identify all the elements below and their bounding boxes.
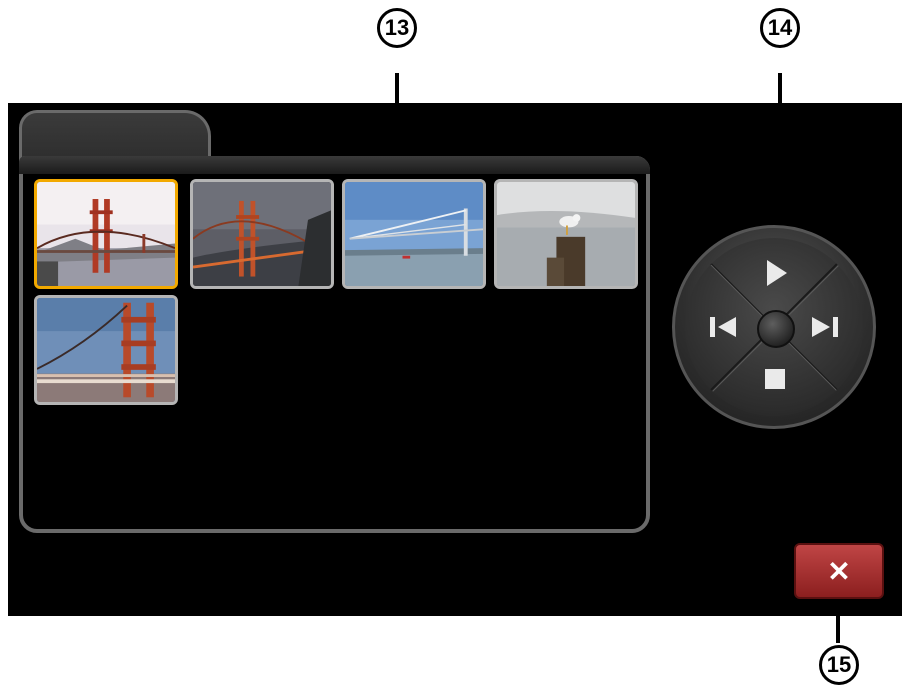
play-button[interactable] — [744, 243, 804, 303]
callout-15: 15 — [819, 645, 859, 685]
seagull-on-post-photo — [497, 182, 635, 286]
callout-13: 13 — [377, 8, 417, 48]
stop-button[interactable] — [744, 349, 804, 409]
photo-thumbnail-2[interactable] — [190, 179, 334, 289]
golden-gate-bridge-tower-photo — [37, 298, 175, 402]
photo-thumbnail-3[interactable] — [342, 179, 486, 289]
close-button[interactable]: ✕ — [794, 543, 884, 599]
media-control-center-knob — [757, 310, 795, 348]
next-button[interactable] — [794, 297, 854, 357]
skip-next-icon — [812, 317, 838, 337]
previous-button[interactable] — [694, 297, 754, 357]
folder-header — [19, 156, 650, 174]
stop-icon — [765, 369, 785, 389]
photo-thumbnail-5[interactable] — [34, 295, 178, 405]
play-icon — [767, 260, 787, 286]
callout-14: 14 — [760, 8, 800, 48]
golden-gate-bridge-dusk-photo — [193, 182, 331, 286]
golden-gate-bridge-sunset-photo — [37, 182, 175, 286]
photo-thumbnail-1[interactable] — [34, 179, 178, 289]
device-screen: ✕ — [8, 103, 902, 616]
bay-bridge-photo — [345, 182, 483, 286]
skip-previous-icon — [710, 317, 736, 337]
photo-thumbnail-4[interactable] — [494, 179, 638, 289]
close-icon: ✕ — [827, 555, 851, 587]
